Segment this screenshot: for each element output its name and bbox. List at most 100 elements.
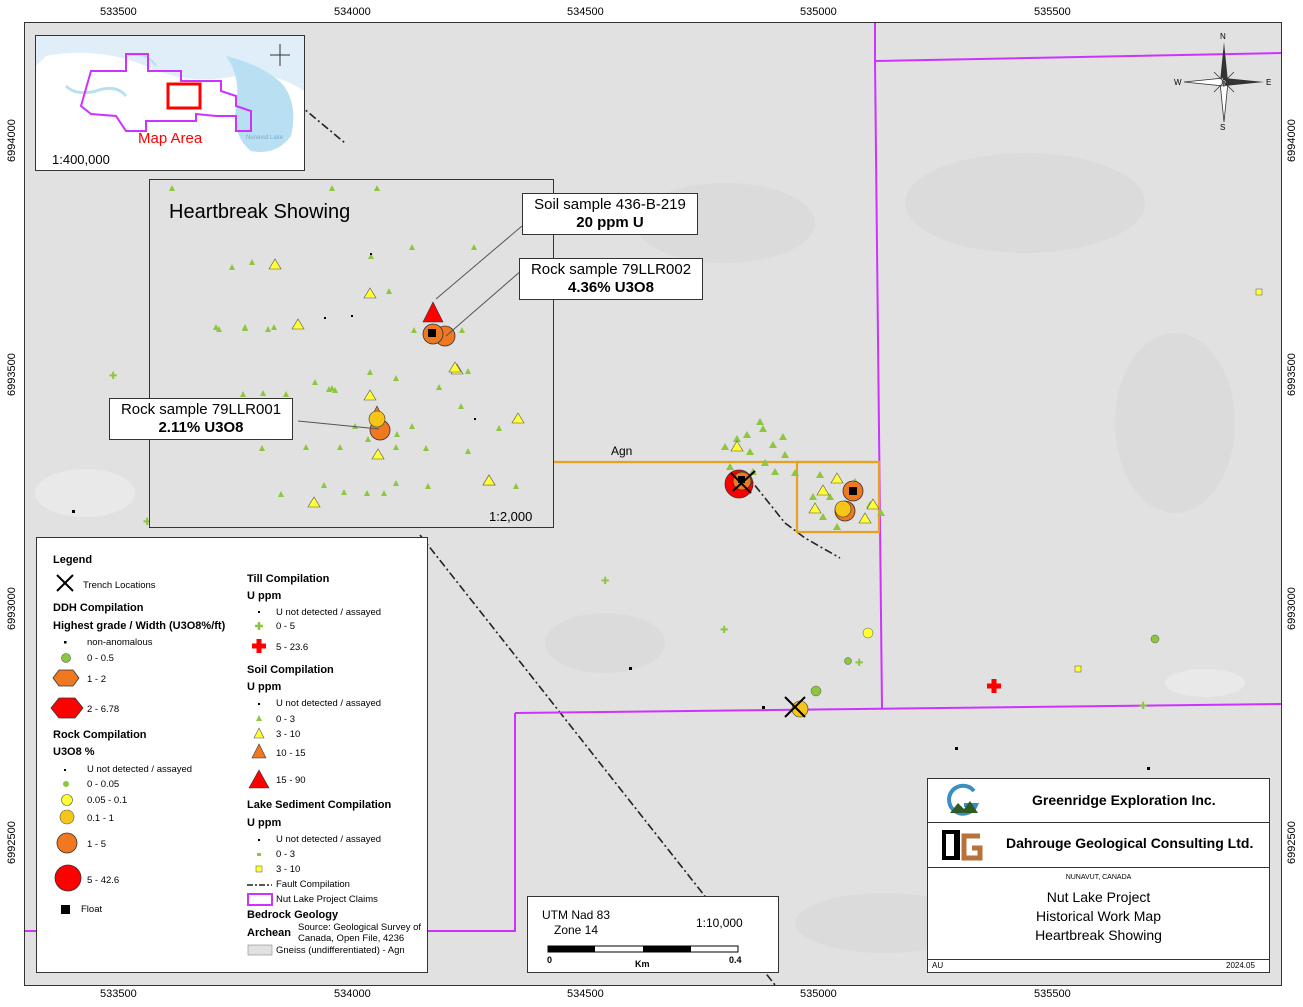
legend-soil-sub: U ppm: [247, 681, 282, 693]
title-line3: Heartbreak Showing: [1035, 927, 1162, 943]
overview-inset: Nunavut Lake Map Area 1:400,000: [35, 35, 305, 171]
company2: Dahrouge Geological Consulting Ltd.: [1006, 835, 1254, 851]
callout-rock2-line1: Rock sample 79LLR002: [530, 261, 692, 278]
svg-text:✚: ✚: [1139, 701, 1147, 712]
callout-rock1-line2: 2.11% U3O8: [158, 419, 244, 436]
legend-ddh-sub: Highest grade / Width (U3O8%/ft): [53, 620, 226, 632]
compass-n: N: [1220, 32, 1226, 41]
legend-lake-sub: U ppm: [247, 817, 282, 829]
legend-ddh-item: 0 - 0.5: [87, 653, 114, 664]
legend-lake-title: Lake Sediment Compilation: [247, 799, 392, 811]
legend-rock-item: 0.1 - 1: [87, 813, 114, 824]
legend-gneiss: Gneiss (undifferentiated) - Agn: [276, 945, 405, 956]
compass-e: E: [1266, 78, 1272, 87]
scalebar-zero: 0: [547, 955, 553, 965]
legend-soil-item: 0 - 3: [276, 714, 296, 725]
y-tick-left: 6994000: [6, 119, 18, 162]
y-tick-right: 6992500: [1286, 821, 1298, 864]
legend-ddh-item: non-anomalous: [87, 637, 153, 648]
legend-ddh-item: 2 - 6.78: [87, 704, 120, 715]
y-tick-right: 6993500: [1286, 353, 1298, 396]
x-tick-top: 535500: [1034, 6, 1071, 18]
legend-till-title: Till Compilation: [247, 573, 330, 585]
compass-w: W: [1174, 78, 1182, 87]
legend-trench: Trench Locations: [83, 580, 156, 591]
detail-inset: Heartbreak Showing 1:2,000: [149, 179, 554, 528]
legend-ddh-item: 1 - 2: [87, 674, 107, 685]
y-tick-right: 6994000: [1286, 119, 1298, 162]
legend-title: Legend: [53, 554, 93, 566]
svg-text:✚: ✚: [109, 371, 117, 382]
legend-fault: Fault Compilation: [276, 879, 350, 890]
legend-source: Source: Geological Survey of Canada, Ope…: [298, 922, 422, 944]
x-tick-bottom: 535000: [800, 988, 837, 1000]
overview-scale: 1:400,000: [52, 152, 110, 167]
legend-lake-item: 3 - 10: [276, 864, 301, 875]
legend-archean: Archean: [247, 927, 292, 939]
callout-soil-sample: Soil sample 436-B-219 20 ppm U: [522, 193, 698, 235]
x-tick-bottom: 535500: [1034, 988, 1071, 1000]
legend-float: Float: [81, 904, 103, 915]
x-tick-top: 535000: [800, 6, 837, 18]
svg-text:✚: ✚: [855, 658, 863, 669]
legend-soil-item: 10 - 15: [276, 748, 306, 759]
legend-ddh-title: DDH Compilation: [53, 602, 144, 614]
north-arrow-icon: N S W E: [1174, 32, 1272, 132]
title-line1: Nut Lake Project: [1046, 889, 1151, 905]
legend-rock-item: 1 - 5: [87, 839, 107, 850]
agn-label: Agn: [611, 444, 632, 458]
callout-soil-line2: 20 ppm U: [576, 214, 644, 231]
legend-panel: Legend Trench Locations DDH Compilation …: [36, 537, 428, 973]
legend-till-item: 0 - 5: [276, 621, 296, 632]
company1: Greenridge Exploration Inc.: [1032, 792, 1216, 808]
svg-text:✚: ✚: [601, 576, 609, 587]
scalebar-unit: Km: [635, 959, 650, 969]
svg-text:Nunavut Lake: Nunavut Lake: [246, 135, 284, 141]
callout-rock-79llr002: Rock sample 79LLR002 4.36% U3O8: [519, 258, 703, 300]
compass-s: S: [1220, 123, 1226, 132]
legend-lake-item: U not detected / assayed: [276, 834, 382, 845]
map-area-label: Map Area: [138, 130, 203, 147]
x-tick-top: 534000: [334, 6, 371, 18]
y-tick-left: 6993000: [6, 587, 18, 630]
y-tick-right: 6993000: [1286, 587, 1298, 630]
legend-bedrock-title: Bedrock Geology: [247, 909, 339, 921]
region: NUNAVUT, CANADA: [1065, 874, 1132, 881]
legend-rock-item: 0.05 - 0.1: [87, 795, 128, 806]
callout-soil-line1: Soil sample 436-B-219: [534, 196, 686, 213]
legend-soil-item: U not detected / assayed: [276, 698, 382, 709]
x-tick-bottom: 533500: [100, 988, 137, 1000]
scalebar-max: 0.4: [729, 955, 742, 965]
y-tick-left: 6993500: [6, 353, 18, 396]
callout-rock1-line1: Rock sample 79LLR001: [120, 401, 282, 418]
x-tick-bottom: 534500: [567, 988, 604, 1000]
date: 2024.05: [1226, 961, 1255, 970]
title-block: Greenridge Exploration Inc. Dahrouge Geo…: [927, 778, 1270, 973]
svg-text:✚: ✚: [720, 625, 728, 636]
legend-rock-sub: U3O8 %: [53, 746, 95, 758]
legend-rock-item: 5 - 42.6: [87, 875, 120, 886]
callout-rock2-line2: 4.36% U3O8: [568, 279, 654, 296]
author: AU: [932, 961, 944, 970]
legend-lake-item: 0 - 3: [276, 849, 296, 860]
legend-rock-item: 0 - 0.05: [87, 779, 120, 790]
legend-till-item: 5 - 23.6: [276, 642, 309, 653]
legend-claims: Nut Lake Project Claims: [276, 894, 378, 905]
legend-rock-title: Rock Compilation: [53, 729, 147, 741]
legend-soil-item: 15 - 90: [276, 775, 306, 786]
title-line2: Historical Work Map: [1036, 908, 1161, 924]
greenridge-logo-icon: [947, 783, 979, 816]
x-tick-top: 533500: [100, 6, 137, 18]
dahrouge-logo-icon: [942, 830, 983, 861]
legend-rock-item: U not detected / assayed: [87, 764, 193, 775]
detail-scale: 1:2,000: [489, 509, 533, 524]
x-tick-top: 534500: [567, 6, 604, 18]
scalebar-panel: UTM Nad 83 Zone 14 1:10,000 0 Km 0.4: [527, 896, 779, 973]
legend-soil-title: Soil Compilation: [247, 664, 334, 676]
legend-till-sub: U ppm: [247, 590, 282, 602]
y-tick-left: 6992500: [6, 821, 18, 864]
detail-title: Heartbreak Showing: [169, 201, 351, 223]
callout-rock-79llr001: Rock sample 79LLR001 2.11% U3O8: [109, 398, 293, 440]
x-tick-bottom: 534000: [334, 988, 371, 1000]
legend-soil-item: 3 - 10: [276, 729, 301, 740]
